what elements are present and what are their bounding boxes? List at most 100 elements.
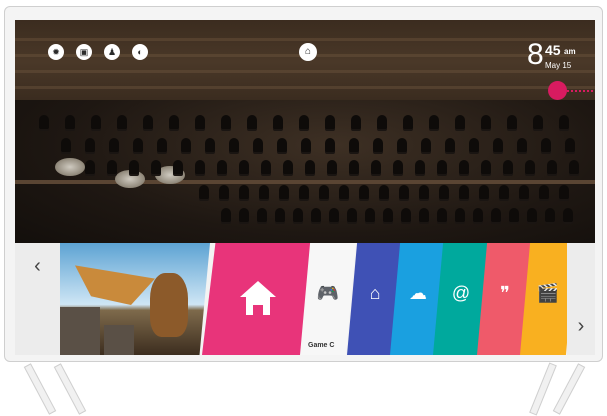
- clock-hour: 8: [527, 38, 544, 71]
- musician-silhouette: [299, 185, 309, 199]
- musician-silhouette: [419, 208, 429, 222]
- castle-tower: [104, 325, 134, 355]
- musician-silhouette: [373, 138, 383, 152]
- clock-minute: 45: [545, 42, 561, 58]
- notification-icon[interactable]: ♟: [104, 44, 120, 60]
- musician-silhouette: [455, 115, 465, 129]
- musician-silhouette: [351, 115, 361, 129]
- settings-icon[interactable]: ✹: [48, 44, 64, 60]
- home-icon[interactable]: ⌂: [299, 43, 317, 61]
- chat-icon: ❞: [500, 283, 510, 303]
- musician-silhouette: [151, 160, 161, 174]
- musician-silhouette: [397, 138, 407, 152]
- pointer-trail: [567, 90, 595, 92]
- musician-silhouette: [419, 185, 429, 199]
- musician-silhouette: [65, 115, 75, 129]
- musician-silhouette: [169, 115, 179, 129]
- castle-tower: [60, 307, 100, 355]
- musician-silhouette: [229, 138, 239, 152]
- musician-silhouette: [533, 115, 543, 129]
- musician-silhouette: [507, 115, 517, 129]
- musician-silhouette: [39, 115, 49, 129]
- musician-silhouette: [569, 160, 579, 174]
- musician-silhouette: [107, 160, 117, 174]
- musician-silhouette: [325, 138, 335, 152]
- musician-silhouette: [259, 185, 269, 199]
- musician-silhouette: [239, 208, 249, 222]
- musician-silhouette: [85, 138, 95, 152]
- musician-silhouette: [437, 160, 447, 174]
- tv-stand-right: [525, 362, 586, 416]
- at-icon: @: [451, 283, 471, 303]
- musician-silhouette: [279, 185, 289, 199]
- musician-silhouette: [437, 208, 447, 222]
- musician-silhouette: [275, 208, 285, 222]
- dragon-wing: [75, 265, 155, 305]
- launcher-right-arrow[interactable]: ›: [567, 243, 595, 355]
- home-tile-icon: [240, 281, 276, 315]
- musician-silhouette: [283, 160, 293, 174]
- musician-silhouette: [359, 185, 369, 199]
- musician-silhouette: [339, 185, 349, 199]
- musician-silhouette: [219, 185, 229, 199]
- musician-silhouette: [239, 185, 249, 199]
- musician-silhouette: [565, 138, 575, 152]
- musician-silhouette: [325, 115, 335, 129]
- musician-silhouette: [199, 185, 209, 199]
- clock-ampm: am: [564, 47, 576, 56]
- musician-silhouette: [429, 115, 439, 129]
- launcher-left-arrow[interactable]: ‹: [15, 243, 60, 355]
- musician-silhouette: [349, 138, 359, 152]
- game-preview-tile[interactable]: [60, 243, 210, 355]
- musician-silhouette: [547, 160, 557, 174]
- musician-silhouette: [559, 185, 569, 199]
- musician-silhouette: [519, 185, 529, 199]
- musician-silhouette: [117, 115, 127, 129]
- musician-silhouette: [247, 115, 257, 129]
- musician-silhouette: [261, 160, 271, 174]
- musician-silhouette: [399, 185, 409, 199]
- musician-silhouette: [173, 160, 183, 174]
- musician-silhouette: [539, 185, 549, 199]
- stage-riser: [15, 180, 595, 184]
- musician-silhouette: [383, 208, 393, 222]
- magic-remote-pointer: [548, 81, 567, 100]
- musician-silhouette: [311, 208, 321, 222]
- clock-date: May 15: [545, 61, 572, 70]
- musician-silhouette: [481, 160, 491, 174]
- musician-silhouette: [143, 115, 153, 129]
- game-console-label: Game C: [308, 342, 335, 349]
- musician-silhouette: [91, 115, 101, 129]
- musician-silhouette: [377, 115, 387, 129]
- home-tile[interactable]: [202, 243, 314, 355]
- musician-silhouette: [221, 115, 231, 129]
- musician-silhouette: [421, 138, 431, 152]
- musician-silhouette: [257, 208, 267, 222]
- musician-silhouette: [217, 160, 227, 174]
- musician-silhouette: [541, 138, 551, 152]
- timpani-drum: [55, 158, 85, 176]
- musician-silhouette: [221, 208, 231, 222]
- musician-silhouette: [239, 160, 249, 174]
- musician-silhouette: [459, 185, 469, 199]
- input-icon[interactable]: ▣: [76, 44, 92, 60]
- musician-silhouette: [273, 115, 283, 129]
- musician-silhouette: [393, 160, 403, 174]
- musician-silhouette: [61, 138, 71, 152]
- home-dashboard-icon: ⌂: [369, 283, 381, 303]
- musician-silhouette: [401, 208, 411, 222]
- musician-silhouette: [319, 185, 329, 199]
- musician-silhouette: [491, 208, 501, 222]
- musician-silhouette: [455, 208, 465, 222]
- musician-silhouette: [305, 160, 315, 174]
- musician-silhouette: [481, 115, 491, 129]
- search-icon[interactable]: ◐: [132, 44, 148, 60]
- musician-silhouette: [329, 208, 339, 222]
- musician-silhouette: [301, 138, 311, 152]
- musician-silhouette: [129, 160, 139, 174]
- musician-silhouette: [293, 208, 303, 222]
- musician-silhouette: [109, 138, 119, 152]
- tv-screen: ✹ ▣ ♟ ◐ ⌂ 8 45 am May 15 ‹ 🎮 Game C ⌂ ☁ @ ❞ 🎬 …: [15, 20, 595, 355]
- musician-silhouette: [195, 115, 205, 129]
- musician-silhouette: [349, 160, 359, 174]
